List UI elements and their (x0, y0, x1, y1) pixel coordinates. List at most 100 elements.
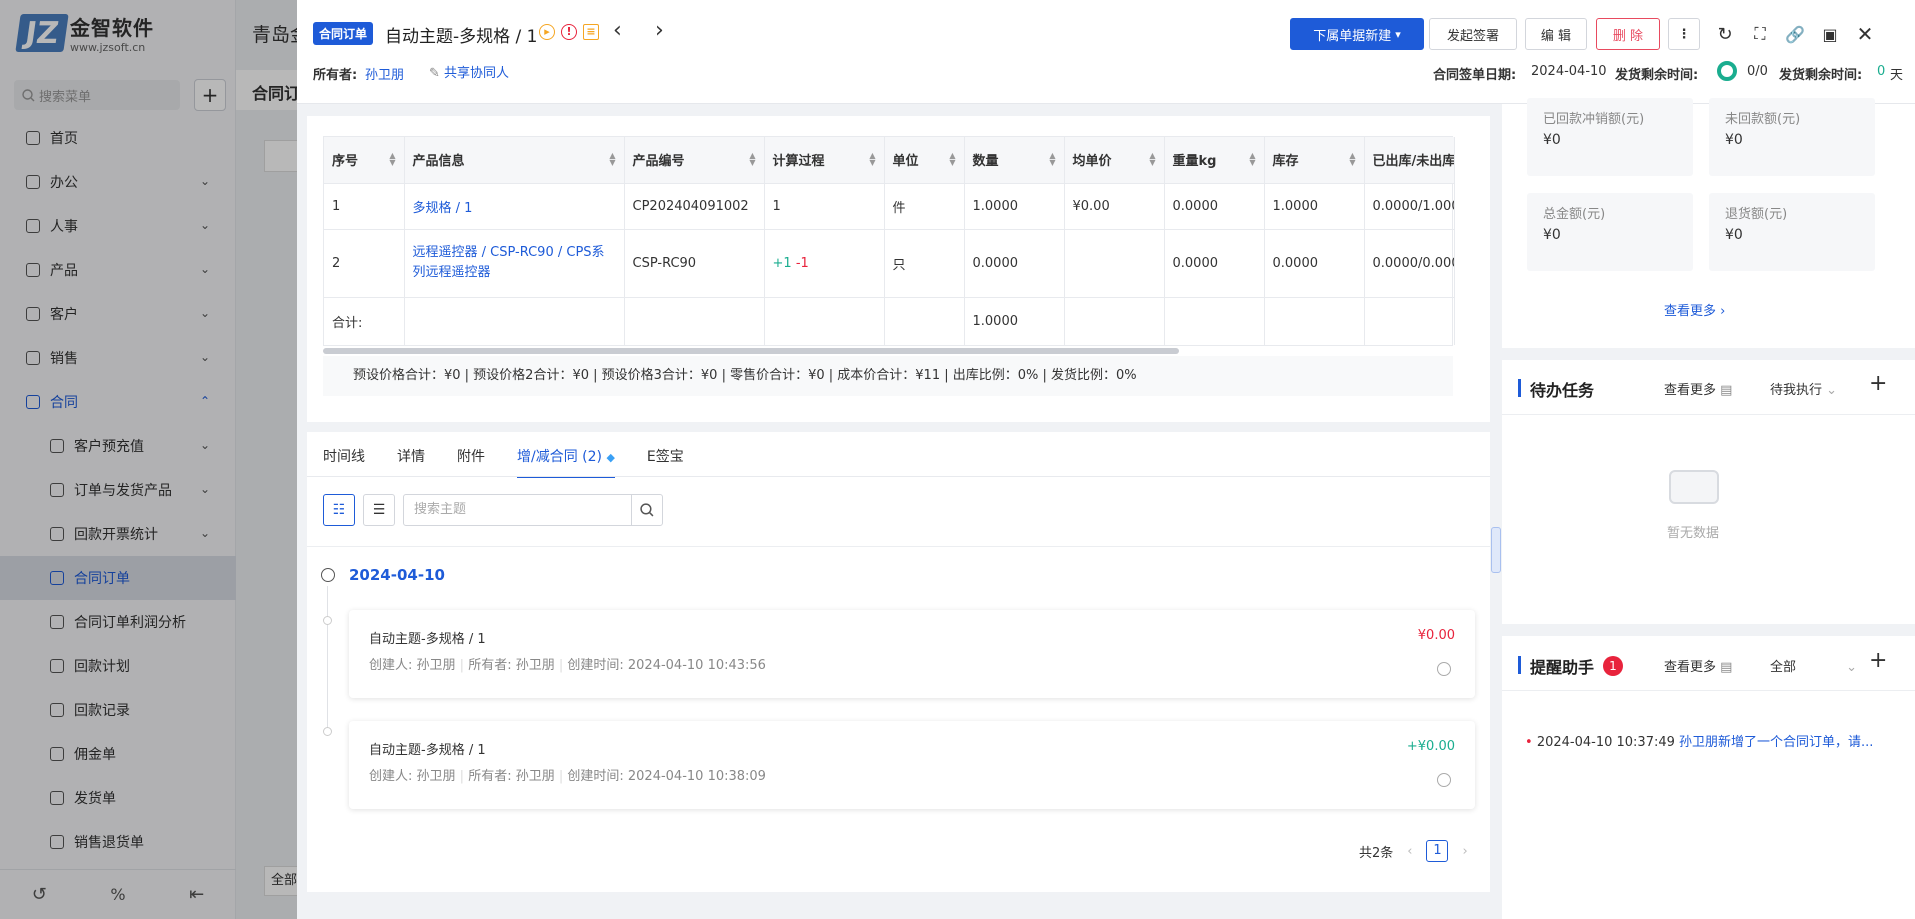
owner-link[interactable]: 孙卫朋 (365, 64, 404, 83)
tab-amend-contracts[interactable]: 增/减合同 (2) ◆ (517, 446, 615, 478)
col-header-price[interactable]: 均单价 ▲ ▼ (1064, 137, 1165, 183)
share-collaborators-link[interactable]: ✎ 共享协同人 (429, 62, 509, 81)
col-header-qty[interactable]: 数量 ▲ ▼ (964, 137, 1065, 183)
column-header: 数量 (972, 154, 999, 170)
more-actions-button[interactable]: ⋮ (1668, 18, 1700, 50)
add-todo-icon[interactable]: + (1869, 371, 1887, 396)
col-header-no[interactable]: 序号 ▲ ▼ (324, 137, 405, 183)
tabs-divider (307, 476, 1490, 477)
cell-out: 0.0000/0.0000 (1364, 228, 1455, 297)
col-header-calc[interactable]: 计算过程 ▲ ▼ (764, 137, 885, 183)
list-view-button[interactable]: ☰ (363, 494, 395, 526)
timeline-entry[interactable]: 自动主题-多规格 / 1 创建人: 孙卫朋 | 所有者: 孙卫朋 | 创建时间:… (349, 610, 1475, 698)
col-header-code[interactable]: 产品编号 ▲ ▼ (624, 137, 765, 183)
sort-icon[interactable]: ▲ ▼ (1349, 152, 1355, 167)
kpi-label: 未回款额(元) (1725, 112, 1801, 127)
see-more-stats-link[interactable]: 查看更多 › (1664, 300, 1725, 319)
search-icon (640, 503, 654, 517)
edit-button[interactable]: 编 辑 (1525, 18, 1587, 50)
diamond-icon: ◆ (606, 451, 615, 464)
table-header-row: 序号 ▲ ▼ 产品信息 ▲ ▼ 产品编号 ▲ ▼ 计算过程 ▲ ▼ 单位 ▲ ▼ 数量 ▲ ▼ 均单价 ▲… (324, 137, 1455, 183)
entry-title: 自动主题-多规格 / 1 (369, 743, 486, 758)
fullscreen-icon[interactable]: ⛶ (1748, 22, 1772, 46)
page-1-button[interactable]: 1 (1426, 840, 1449, 862)
close-icon[interactable]: ✕ (1853, 22, 1877, 46)
total-label: 合计: (324, 296, 405, 345)
col-header-stock[interactable]: 库存 ▲ ▼ (1264, 137, 1365, 183)
next-page-icon[interactable]: › (1462, 844, 1467, 859)
empty-inbox-icon (1669, 470, 1719, 504)
panel-layout-icon[interactable]: ▣ (1818, 22, 1842, 46)
tab-attachments[interactable]: 附件 (457, 446, 485, 478)
todo-filter-select[interactable]: 待我执行 ⌄ (1770, 379, 1837, 398)
chevron-down-icon: ▾ (1395, 27, 1401, 41)
comment-icon[interactable] (1437, 773, 1451, 787)
reminder-time: 2024-04-10 10:37:49 (1536, 735, 1675, 750)
column-header: 均单价 (1072, 154, 1112, 170)
start-sign-button[interactable]: 发起签署 (1429, 18, 1517, 50)
sort-icon[interactable]: ▲ ▼ (609, 152, 615, 167)
todo-filter-value: 待我执行 (1770, 383, 1823, 398)
entry-meta: 创建人: 孙卫朋 | 所有者: 孙卫朋 | 创建时间: 2024-04-10 1… (369, 769, 766, 784)
sort-icon[interactable]: ▲ ▼ (1249, 152, 1255, 167)
table-horizontal-scrollbar[interactable] (323, 348, 1179, 354)
prev-record-icon[interactable]: ‹ (613, 18, 622, 43)
reminder-card (1502, 636, 1915, 919)
product-link[interactable]: 多规格 / 1 (413, 201, 473, 216)
entry-creator: 创建人: 孙卫朋 (369, 769, 456, 784)
col-header-weight[interactable]: 重量kg ▲ ▼ (1164, 137, 1265, 183)
new-sub-record-button[interactable]: 下属单据新建 ▾ (1290, 18, 1424, 50)
todo-divider (1502, 414, 1915, 415)
delete-button[interactable]: 删 除 (1596, 18, 1660, 50)
col-header-product[interactable]: 产品信息 ▲ ▼ (404, 137, 625, 183)
price-summary: 预设价格合计：¥0 | 预设价格2合计：¥0 | 预设价格3合计：¥0 | 零售… (323, 356, 1453, 396)
sort-icon[interactable]: ▲ ▼ (869, 152, 875, 167)
todo-title: 待办任务 (1530, 381, 1595, 400)
kpi-return: 退货额(元) ¥0 (1709, 193, 1875, 271)
sort-icon[interactable]: ▲ ▼ (1149, 152, 1155, 167)
reminder-see-more-link[interactable]: 查看更多 ▤ (1664, 656, 1732, 675)
add-reminder-icon[interactable]: + (1869, 648, 1887, 673)
card-view-button[interactable]: ☷ (323, 494, 355, 526)
see-more-label: 查看更多 (1664, 304, 1717, 319)
tab-esign[interactable]: E签宝 (647, 446, 684, 478)
ship-remaining-value: 0/0 (1747, 64, 1768, 79)
entry-meta: 创建人: 孙卫朋 | 所有者: 孙卫朋 | 创建时间: 2024-04-10 1… (369, 658, 766, 673)
todo-see-more-link[interactable]: 查看更多 ▤ (1664, 379, 1732, 398)
product-link[interactable]: 远程遥控器 / CSP-RC90 / CPS系列远程遥控器 (413, 245, 605, 280)
search-button[interactable] (631, 494, 663, 526)
comment-icon[interactable] (1437, 662, 1451, 676)
link-icon[interactable]: 🔗 (1783, 22, 1807, 46)
col-header-unit[interactable]: 单位 ▲ ▼ (884, 137, 965, 183)
reminder-item[interactable]: • 2024-04-10 10:37:49 孙卫朋新增了一个合同订单，请... (1525, 731, 1873, 750)
collapse-side-panel-handle[interactable] (1491, 527, 1501, 573)
refresh-icon[interactable]: ↻ (1713, 22, 1737, 46)
warning-icon[interactable]: ! (561, 24, 577, 40)
reminder-filter-select[interactable]: 全部 ⌄ (1770, 656, 1857, 675)
sort-icon[interactable]: ▲ ▼ (749, 152, 755, 167)
tab-details[interactable]: 详情 (397, 446, 425, 478)
sort-icon[interactable]: ▲ ▼ (1049, 152, 1055, 167)
detail-tabs: 时间线 详情 附件 增/减合同 (2) ◆ E签宝 (323, 446, 716, 478)
col-header-out[interactable]: 已出库/未出库 (1364, 137, 1455, 183)
table-total-row: 合计: 1.0000 (324, 296, 1455, 345)
cell-code: CP202404091002 (624, 182, 765, 229)
prev-page-icon[interactable]: ‹ (1407, 844, 1412, 859)
cell-stock: 0.0000 (1264, 228, 1365, 297)
sign-date-label: 合同签单日期: (1433, 68, 1517, 83)
play-status-icon[interactable]: ▸ (539, 24, 555, 40)
entry-title: 自动主题-多规格 / 1 (369, 632, 486, 647)
column-header: 已出库/未出库 (1372, 154, 1454, 170)
entry-owner: 所有者: 孙卫朋 (468, 769, 555, 784)
table-row: 2 远程遥控器 / CSP-RC90 / CPS系列远程遥控器 CSP-RC90… (324, 228, 1455, 297)
next-record-icon[interactable]: › (655, 18, 664, 43)
timeline-entry[interactable]: 自动主题-多规格 / 1 创建人: 孙卫朋 | 所有者: 孙卫朋 | 创建时间:… (349, 721, 1475, 809)
chevron-down-icon: ⌄ (1846, 660, 1858, 675)
subject-search-input[interactable]: 搜索主题 (403, 494, 659, 526)
sort-icon[interactable]: ▲ ▼ (389, 152, 395, 167)
pagination: 共2条 ‹ 1 › (1359, 840, 1468, 862)
clipboard-icon[interactable]: ≡ (583, 24, 599, 40)
tab-timeline[interactable]: 时间线 (323, 446, 365, 478)
sort-icon[interactable]: ▲ ▼ (949, 152, 955, 167)
total-qty: 1.0000 (964, 296, 1065, 345)
